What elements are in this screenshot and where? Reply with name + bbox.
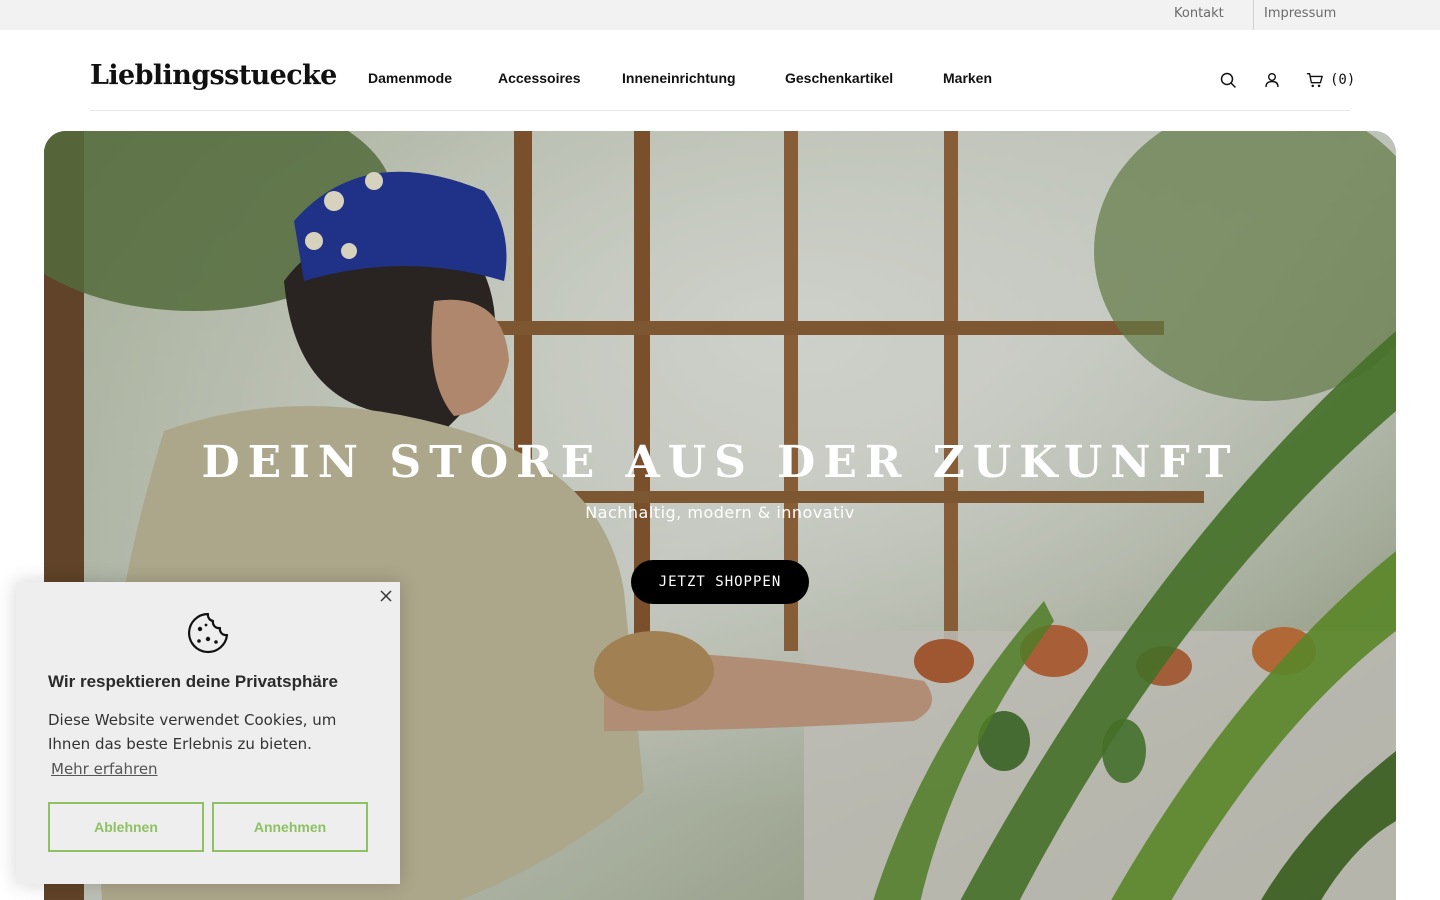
nav-item-geschenkartikel[interactable]: Geschenkartikel — [785, 70, 893, 86]
decline-button[interactable]: Ablehnen — [48, 802, 204, 852]
close-icon[interactable] — [378, 588, 394, 604]
nav-item-damenmode[interactable]: Damenmode — [368, 70, 452, 86]
search-icon[interactable] — [1219, 71, 1237, 89]
cookie-heading: Wir respektieren deine Privatsphäre — [48, 672, 338, 691]
hero-title: DEIN STORE AUS DER ZUKUNFT — [201, 437, 1239, 488]
nav-item-marken[interactable]: Marken — [943, 70, 992, 86]
nav-item-accessoires[interactable]: Accessoires — [498, 70, 581, 86]
topbar-divider — [1253, 0, 1254, 30]
cookie-text: Diese Website verwendet Cookies, um Ihne… — [48, 711, 337, 753]
accept-button[interactable]: Annehmen — [212, 802, 368, 852]
user-icon[interactable] — [1263, 71, 1281, 89]
site-logo[interactable]: Lieblingsstuecke — [90, 62, 337, 89]
impressum-link[interactable]: Impressum — [1264, 6, 1336, 21]
cart-icon[interactable] — [1306, 71, 1324, 89]
cookie-consent-popup: Wir respektieren deine Privatsphäre Dies… — [16, 582, 400, 884]
hero-subtitle: Nachhaltig, modern & innovativ — [585, 503, 855, 522]
top-utility-bar: Kontakt Impressum — [0, 0, 1440, 30]
cart-count[interactable]: (0) — [1330, 72, 1355, 88]
learn-more-link[interactable]: Mehr erfahren — [51, 760, 158, 778]
shop-now-button[interactable]: JETZT SHOPPEN — [631, 560, 809, 604]
cookie-icon — [188, 612, 229, 654]
nav-item-inneneinrichtung[interactable]: Inneneinrichtung — [622, 70, 736, 86]
kontakt-link[interactable]: Kontakt — [1174, 6, 1224, 21]
site-header: Lieblingsstuecke Damenmode Accessoires I… — [90, 30, 1355, 111]
